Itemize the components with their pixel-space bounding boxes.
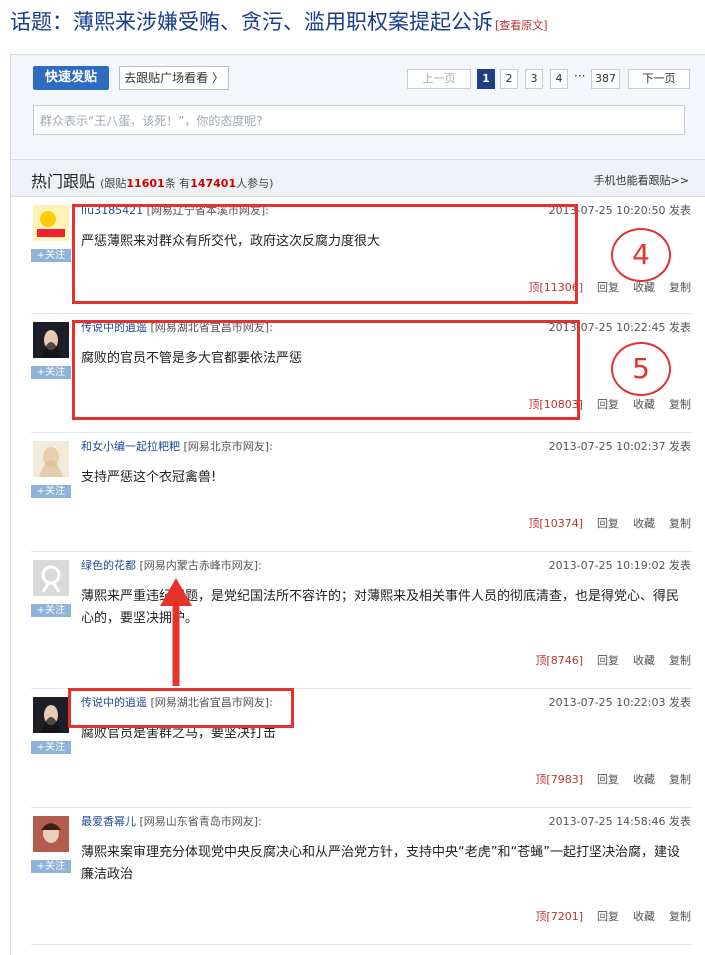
- red-arrow-icon: [160, 578, 192, 686]
